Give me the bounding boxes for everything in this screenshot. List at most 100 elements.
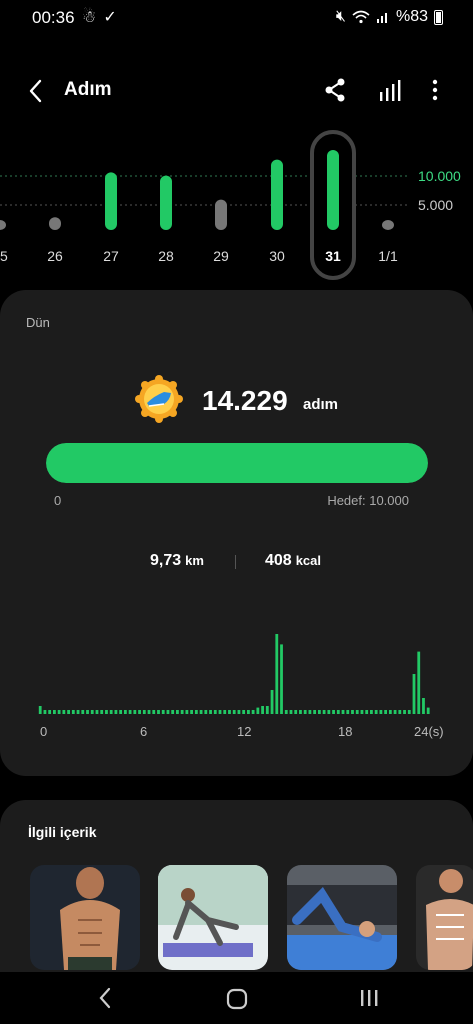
situp-woman-thumbnail[interactable] <box>287 865 397 970</box>
nav-back-icon[interactable] <box>96 986 114 1010</box>
hourly-bar <box>336 710 340 714</box>
hourly-bar <box>374 710 378 714</box>
day-label-26[interactable]: 26 <box>35 248 75 264</box>
hourly-bar <box>157 710 160 714</box>
calories-unit: kcal <box>295 553 322 568</box>
day-bar-30[interactable] <box>271 159 283 230</box>
fitness-man-thumbnail[interactable] <box>30 865 140 970</box>
related-title: İlgili içerik <box>28 824 97 840</box>
day-bar-26[interactable] <box>49 217 61 230</box>
goal-progress-bar <box>46 443 428 483</box>
status-bar: 00:36 ☃ ✓ 🔇︎ %83 <box>0 0 473 36</box>
day-label-1-1[interactable]: 1/1 <box>368 248 408 264</box>
date-label: Dün <box>26 315 50 330</box>
app-header: Adım <box>0 70 473 114</box>
day-label-28[interactable]: 28 <box>146 248 186 264</box>
system-nav-bar <box>0 972 473 1024</box>
hourly-bar <box>209 710 212 714</box>
hourly-bar <box>128 710 132 714</box>
hourly-bar <box>114 710 118 714</box>
hourly-bar <box>43 710 47 714</box>
hourly-bar <box>237 710 241 714</box>
hourly-bar <box>185 710 189 714</box>
share-icon[interactable] <box>322 76 348 104</box>
day-bar-1-1[interactable] <box>382 220 394 230</box>
hourly-bar <box>90 710 94 714</box>
hourly-bar <box>284 710 288 714</box>
distance-value: 9,73 <box>150 552 182 569</box>
hourly-bar <box>388 710 392 714</box>
hourly-bar <box>327 710 331 714</box>
hourly-bar <box>62 710 66 714</box>
hourly-bar <box>95 710 99 714</box>
stats-icon[interactable] <box>378 76 404 104</box>
day-label-25[interactable]: 25 <box>0 248 20 264</box>
day-bar-29[interactable] <box>215 199 227 230</box>
download-check-icon: ✓ <box>103 9 117 26</box>
hourly-steps-chart <box>38 634 430 714</box>
goal-label-5000: 5.000 <box>418 197 454 213</box>
hourly-bar <box>280 644 283 714</box>
hourly-bar <box>341 710 345 714</box>
nav-home-icon[interactable] <box>225 987 249 1011</box>
day-bar-31[interactable] <box>327 150 339 230</box>
hourly-bar <box>426 707 430 714</box>
hourly-bar <box>67 710 70 714</box>
hour-label: 12 <box>237 724 252 739</box>
hourly-bar <box>246 710 250 714</box>
hourly-bar <box>52 710 56 714</box>
hourly-bar <box>100 710 104 714</box>
hour-label: 24(s) <box>414 724 444 739</box>
hourly-bar <box>147 710 151 714</box>
day-label-29[interactable]: 29 <box>201 248 241 264</box>
hourly-bar <box>161 710 165 714</box>
hourly-bar <box>355 710 359 714</box>
hourly-bar <box>194 710 198 714</box>
day-label-27[interactable]: 27 <box>91 248 131 264</box>
hourly-bar <box>204 710 208 714</box>
hourly-bar <box>270 690 274 714</box>
progress-start-label: 0 <box>54 493 62 508</box>
day-bar-28[interactable] <box>160 175 172 230</box>
hour-label: 6 <box>140 724 148 739</box>
day-label-31[interactable]: 31 <box>313 248 353 264</box>
nav-recents-icon[interactable] <box>358 987 380 1009</box>
mute-icon: 🔇︎ <box>335 8 346 25</box>
hourly-bar <box>422 698 425 714</box>
hourly-bar <box>299 710 302 714</box>
hourly-bar <box>407 710 411 714</box>
hourly-bar <box>351 710 354 714</box>
hourly-bar <box>275 634 279 714</box>
hourly-bar <box>152 710 156 714</box>
more-icon[interactable] <box>424 76 446 104</box>
day-bar-27[interactable] <box>105 172 117 230</box>
day-label-30[interactable]: 30 <box>257 248 297 264</box>
hourly-bar <box>370 710 373 714</box>
hourly-bar <box>412 674 416 714</box>
hourly-bar <box>48 710 52 714</box>
summary-card: Dün 14.229 adım 0 Hedef: 10.000 9,73 km 4… <box>0 290 473 776</box>
child-mode-icon: ☃ <box>82 9 97 26</box>
day-bar-25[interactable] <box>0 220 6 230</box>
hourly-bar <box>403 710 406 714</box>
status-time: 00:36 <box>32 8 75 27</box>
page-title: Adım <box>64 79 112 100</box>
hourly-bar <box>138 710 141 714</box>
goal-label: Hedef: 10.000 <box>327 493 409 508</box>
hourly-bar <box>119 710 123 714</box>
battery-text: %83 <box>395 8 428 25</box>
hourly-bar <box>294 710 298 714</box>
hourly-bar <box>303 710 307 714</box>
hourly-bar <box>332 710 335 714</box>
hourly-bar <box>109 710 113 714</box>
stretching-thumbnail[interactable] <box>158 865 268 970</box>
calories: 408 kcal <box>265 552 321 570</box>
hourly-bar <box>256 707 260 714</box>
hourly-bar <box>180 710 184 714</box>
muscle-anatomy-thumbnail[interactable] <box>416 865 473 970</box>
hourly-bar <box>346 710 350 714</box>
hourly-bar <box>317 710 321 714</box>
back-icon[interactable] <box>24 76 48 106</box>
hourly-bar <box>86 710 89 714</box>
hourly-bar <box>199 710 203 714</box>
